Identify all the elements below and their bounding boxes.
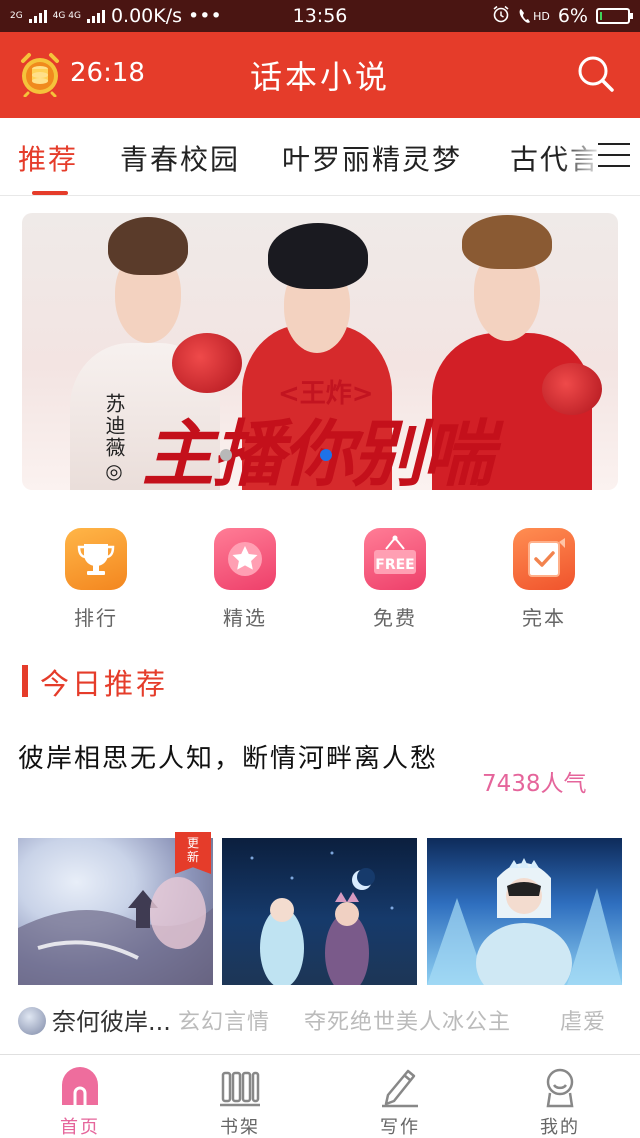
signal-icon-2 [86,9,105,23]
completed-label: 完本 [522,606,566,630]
story-thumbnail[interactable] [222,838,417,985]
carousel-dot[interactable] [220,449,232,461]
tab-recommend[interactable]: 推荐 [18,138,78,178]
banner-author: 苏迪薇◎ [102,393,126,485]
battery-icon [596,8,633,24]
hd-label: HD [533,9,550,23]
story-title[interactable]: 彼岸相思无人知，断情河畔离人愁 [18,738,478,780]
nav-bookshelf[interactable]: 书架 [180,1065,300,1138]
app-screen: 2G 4G 4G 0.00K/s ••• 13:56 HD 6% 26:18 话… [0,0,640,1138]
category-tabs: 推荐 青春校园 叶罗丽精灵梦 古代言 [0,118,640,196]
signal-icon [28,9,47,23]
nav-bookshelf-label: 书架 [220,1117,260,1138]
nav-home-label: 首页 [60,1117,100,1138]
ranking-label: 排行 [74,606,118,630]
active-tab-indicator [32,191,68,195]
free-icon-text: FREE [375,557,415,573]
tab-ye-luo-li[interactable]: 叶罗丽精灵梦 [282,138,462,178]
hd-call-icon: HD [518,8,550,24]
author-avatar[interactable] [18,1007,46,1035]
carousel-dots [220,449,332,461]
search-icon [574,56,618,100]
more-notifications-icon: ••• [188,5,222,27]
home-icon [58,1065,102,1109]
update-badge-text: 更新 [186,836,199,864]
featured-entry[interactable]: 精选 [170,528,320,631]
popularity-count: 7438人气 [482,771,587,797]
bottom-navigation: 首页 书架 写作 我的 [0,1054,640,1138]
free-entry[interactable]: FREE 免费 [320,528,470,631]
network-type-label-2: 4G 4G [52,11,81,21]
status-left: 2G 4G 4G 0.00K/s ••• [10,5,222,27]
nav-write-label: 写作 [380,1117,420,1138]
category-menu-button[interactable] [598,143,630,171]
free-label: 免费 [373,606,417,630]
nav-profile-label: 我的 [540,1117,580,1138]
author-name[interactable]: 奈何彼岸... [52,1002,171,1036]
app-title: 话本小说 [249,58,390,96]
network-type-label: 2G [10,11,23,21]
tab-campus[interactable]: 青春校园 [120,138,240,178]
rose-decoration-2 [542,363,602,415]
nav-write[interactable]: 写作 [340,1065,460,1138]
completed-entry[interactable]: 完本 [469,528,619,631]
completed-book-icon [513,528,575,590]
rose-decoration [172,333,242,393]
ranking-entry[interactable]: 排行 [21,528,171,631]
trophy-icon [65,528,127,590]
section-accent-bar [22,665,28,697]
free-tag-icon: FREE [364,528,426,590]
nav-home[interactable]: 首页 [20,1065,140,1138]
story-meta: 奈何彼岸... 玄幻言情 夺死绝世美人冰公主 虐爱 [18,1000,640,1036]
featured-label: 精选 [223,606,267,630]
story-tag[interactable]: 夺死绝世美人冰公主 [304,1004,511,1036]
app-header: 26:18 话本小说 [0,32,640,118]
search-button[interactable] [574,52,618,96]
carousel-dot-active[interactable] [320,449,332,461]
nav-profile[interactable]: 我的 [500,1065,620,1138]
genre-tag[interactable]: 玄幻言情 [178,1004,270,1036]
bookshelf-icon [218,1065,262,1109]
star-icon [214,528,276,590]
status-bar: 2G 4G 4G 0.00K/s ••• 13:56 HD 6% [0,0,640,32]
banner-title: 主播你别喘 [142,411,494,490]
story-tag-2[interactable]: 虐爱 [560,1004,606,1036]
status-right: HD 6% [492,5,633,28]
network-speed: 0.00K/s [110,5,183,27]
profile-icon [538,1065,582,1109]
alarm-icon [492,5,510,28]
story-thumbnail[interactable] [427,838,622,985]
battery-percent: 6% [557,5,588,27]
section-title: 今日推荐 [40,667,169,701]
banner-carousel[interactable]: 苏迪薇◎ <王炸> 主播你别喘 [22,213,618,490]
pen-icon [378,1065,422,1109]
menu-icon [598,143,630,167]
